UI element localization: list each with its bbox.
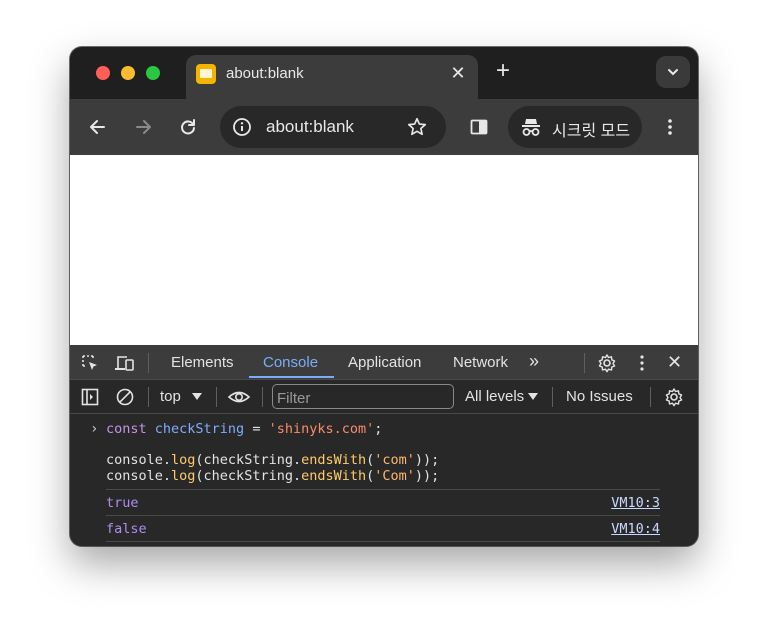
- devtools-tab-bar: Elements Console Application Network » ✕: [70, 345, 698, 380]
- toolbar-divider: [148, 353, 149, 373]
- device-toolbar-button[interactable]: [113, 351, 137, 375]
- browser-menu-button[interactable]: [656, 113, 684, 141]
- forward-button[interactable]: [129, 113, 157, 141]
- live-expression-button[interactable]: [227, 385, 251, 409]
- zoom-window-button[interactable]: [146, 66, 160, 80]
- inspect-icon: [82, 355, 97, 370]
- console-output-row: false VM10:4: [106, 515, 660, 541]
- browser-toolbar: about:blank 시크릿 모드: [70, 99, 698, 155]
- toolbar-divider: [216, 387, 217, 407]
- bookmark-star-icon[interactable]: [404, 114, 430, 140]
- side-panel-icon: [470, 119, 488, 135]
- console-input-line-2: console.log(checkString.endsWith('com'))…: [106, 452, 440, 468]
- console-settings-button[interactable]: [662, 385, 686, 409]
- console-output-row: true VM10:3: [106, 489, 660, 515]
- incognito-icon: [520, 116, 542, 138]
- address-url: about:blank: [266, 117, 354, 136]
- toolbar-divider: [650, 387, 651, 407]
- caret-down-icon[interactable]: [192, 393, 202, 401]
- page-favicon-icon: [196, 64, 216, 84]
- incognito-label: 시크릿 모드: [552, 123, 631, 140]
- issues-counter[interactable]: No Issues: [566, 388, 633, 405]
- more-tabs-icon[interactable]: »: [529, 351, 539, 372]
- tab-strip: about:blank ✕ +: [70, 47, 698, 99]
- arrow-right-icon: [136, 120, 151, 134]
- log-levels-dropdown[interactable]: All levels: [465, 388, 524, 405]
- tab-network[interactable]: Network: [453, 354, 508, 371]
- tab-console[interactable]: Console: [263, 354, 318, 371]
- toolbar-divider: [584, 353, 585, 373]
- toolbar-divider: [262, 387, 263, 407]
- page-viewport[interactable]: [70, 155, 698, 345]
- close-window-button[interactable]: [96, 66, 110, 80]
- eye-icon: [227, 391, 251, 403]
- back-button[interactable]: [84, 113, 112, 141]
- source-link[interactable]: VM10:4: [611, 521, 660, 537]
- site-info-icon[interactable]: [230, 115, 254, 139]
- tab-close-icon[interactable]: ✕: [446, 61, 470, 85]
- context-selector[interactable]: top: [160, 388, 181, 405]
- devtools-settings-button[interactable]: [595, 351, 619, 375]
- gear-icon: [665, 388, 683, 407]
- active-tab-indicator: [249, 376, 334, 378]
- side-panel-button[interactable]: [465, 113, 493, 141]
- console-input-line-1: const checkString = 'shinyks.com';: [106, 421, 383, 437]
- devtools-menu-button[interactable]: [630, 351, 654, 375]
- input-prompt-icon: ›: [90, 421, 99, 437]
- console-input-line-3: console.log(checkString.endsWith('Com'))…: [106, 468, 440, 484]
- clear-console-button[interactable]: [113, 385, 137, 409]
- inspect-element-button[interactable]: [78, 351, 102, 375]
- source-link[interactable]: VM10:3: [611, 495, 660, 511]
- new-tab-button[interactable]: +: [490, 59, 516, 85]
- sidebar-toggle-icon: [81, 388, 99, 406]
- tab-title: about:blank: [226, 65, 304, 82]
- toolbar-divider: [148, 387, 149, 407]
- output-value: true: [106, 495, 139, 511]
- tab-application[interactable]: Application: [348, 354, 421, 371]
- console-filter-input[interactable]: [272, 384, 454, 409]
- reload-icon: [181, 119, 195, 135]
- tab-elements[interactable]: Elements: [171, 354, 234, 371]
- chevron-down-icon: [668, 69, 678, 76]
- console-log-area[interactable]: › const checkString = 'shinyks.com'; con…: [70, 414, 698, 546]
- output-value: false: [106, 521, 147, 537]
- caret-down-icon[interactable]: [528, 393, 538, 401]
- devtools-panel: Elements Console Application Network » ✕…: [70, 345, 698, 546]
- console-toolbar: top All levels No Issues: [70, 380, 698, 414]
- console-divider: [106, 541, 660, 542]
- address-bar[interactable]: about:blank: [220, 106, 446, 148]
- more-vertical-icon: [668, 119, 672, 135]
- device-mode-icon: [115, 356, 134, 371]
- more-vertical-icon: [640, 355, 644, 371]
- reload-button[interactable]: [174, 113, 202, 141]
- close-devtools-icon[interactable]: ✕: [667, 352, 682, 373]
- arrow-left-icon: [90, 120, 105, 134]
- tab-about-blank[interactable]: about:blank ✕: [186, 55, 478, 99]
- toolbar-divider: [552, 387, 553, 407]
- incognito-badge[interactable]: 시크릿 모드: [508, 106, 642, 148]
- show-sidebar-button[interactable]: [78, 385, 102, 409]
- clear-icon: [116, 388, 134, 406]
- tab-search-button[interactable]: [656, 56, 690, 88]
- browser-window: about:blank ✕ + about:blank 시크릿 모드 Eleme…: [70, 47, 698, 546]
- gear-icon: [598, 354, 616, 373]
- minimize-window-button[interactable]: [121, 66, 135, 80]
